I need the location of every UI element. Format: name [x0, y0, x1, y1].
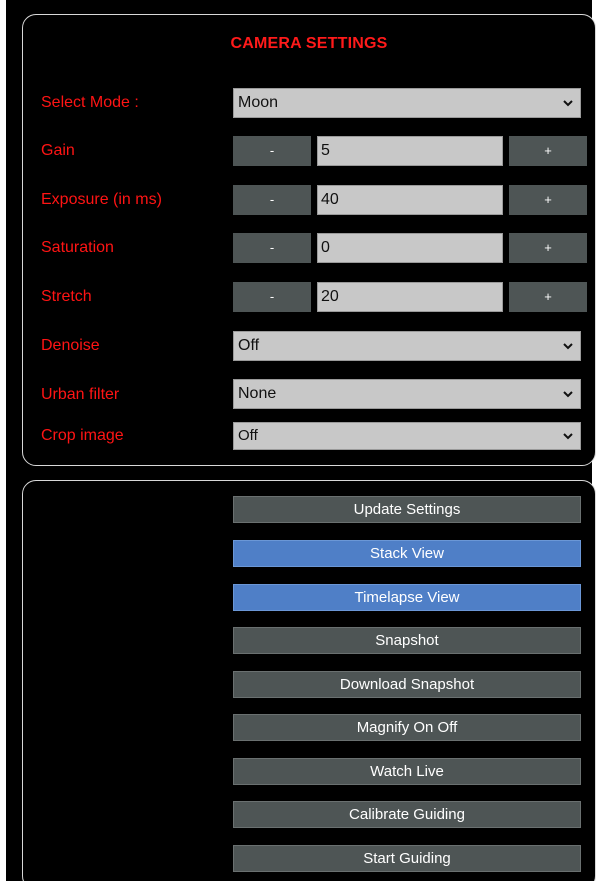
camera-settings-panel: CAMERA SETTINGS Select Mode : Moon Gain …	[22, 14, 596, 466]
denoise-dropdown[interactable]: Off	[233, 331, 581, 361]
select-mode-value: Moon	[238, 94, 279, 111]
start-guiding-button[interactable]: Start Guiding	[233, 845, 581, 872]
magnify-toggle-button[interactable]: Magnify On Off	[233, 714, 581, 741]
chevron-down-icon	[563, 100, 573, 107]
urban-filter-value: None	[238, 385, 277, 402]
calibrate-guiding-button[interactable]: Calibrate Guiding	[233, 801, 581, 828]
stretch-decrease-button[interactable]: -	[233, 282, 311, 312]
stack-view-button[interactable]: Stack View	[233, 540, 581, 567]
actions-panel: Update Settings Stack View Timelapse Vie…	[22, 480, 596, 881]
gain-label: Gain	[41, 142, 75, 159]
crop-image-value: Off	[238, 427, 258, 444]
watch-live-button[interactable]: Watch Live	[233, 758, 581, 785]
urban-filter-dropdown[interactable]: None	[233, 379, 581, 409]
exposure-label: Exposure (in ms)	[41, 191, 162, 208]
download-snapshot-button[interactable]: Download Snapshot	[233, 671, 581, 698]
saturation-input[interactable]: 0	[317, 233, 503, 263]
page: CAMERA SETTINGS Select Mode : Moon Gain …	[0, 0, 596, 881]
crop-image-label: Crop image	[41, 427, 124, 444]
timelapse-view-button[interactable]: Timelapse View	[233, 584, 581, 611]
denoise-label: Denoise	[41, 337, 100, 354]
panel-title: CAMERA SETTINGS	[230, 35, 388, 52]
exposure-increase-button[interactable]: +	[509, 185, 587, 215]
chevron-down-icon	[563, 391, 573, 398]
update-settings-button[interactable]: Update Settings	[233, 496, 581, 523]
saturation-decrease-button[interactable]: -	[233, 233, 311, 263]
gain-decrease-button[interactable]: -	[233, 136, 311, 166]
stretch-increase-button[interactable]: +	[509, 282, 587, 312]
stretch-input[interactable]: 20	[317, 282, 503, 312]
chevron-down-icon	[563, 433, 573, 440]
stretch-label: Stretch	[41, 288, 92, 305]
urban-filter-label: Urban filter	[41, 386, 120, 403]
snapshot-button[interactable]: Snapshot	[233, 627, 581, 654]
chevron-down-icon	[563, 343, 573, 350]
saturation-label: Saturation	[41, 239, 114, 256]
gain-input[interactable]: 5	[317, 136, 503, 166]
gain-increase-button[interactable]: +	[509, 136, 587, 166]
select-mode-label: Select Mode :	[41, 94, 139, 111]
denoise-value: Off	[238, 337, 260, 354]
select-mode-dropdown[interactable]: Moon	[233, 88, 581, 118]
exposure-input[interactable]: 40	[317, 185, 503, 215]
crop-image-dropdown[interactable]: Off	[233, 422, 581, 450]
exposure-decrease-button[interactable]: -	[233, 185, 311, 215]
saturation-increase-button[interactable]: +	[509, 233, 587, 263]
